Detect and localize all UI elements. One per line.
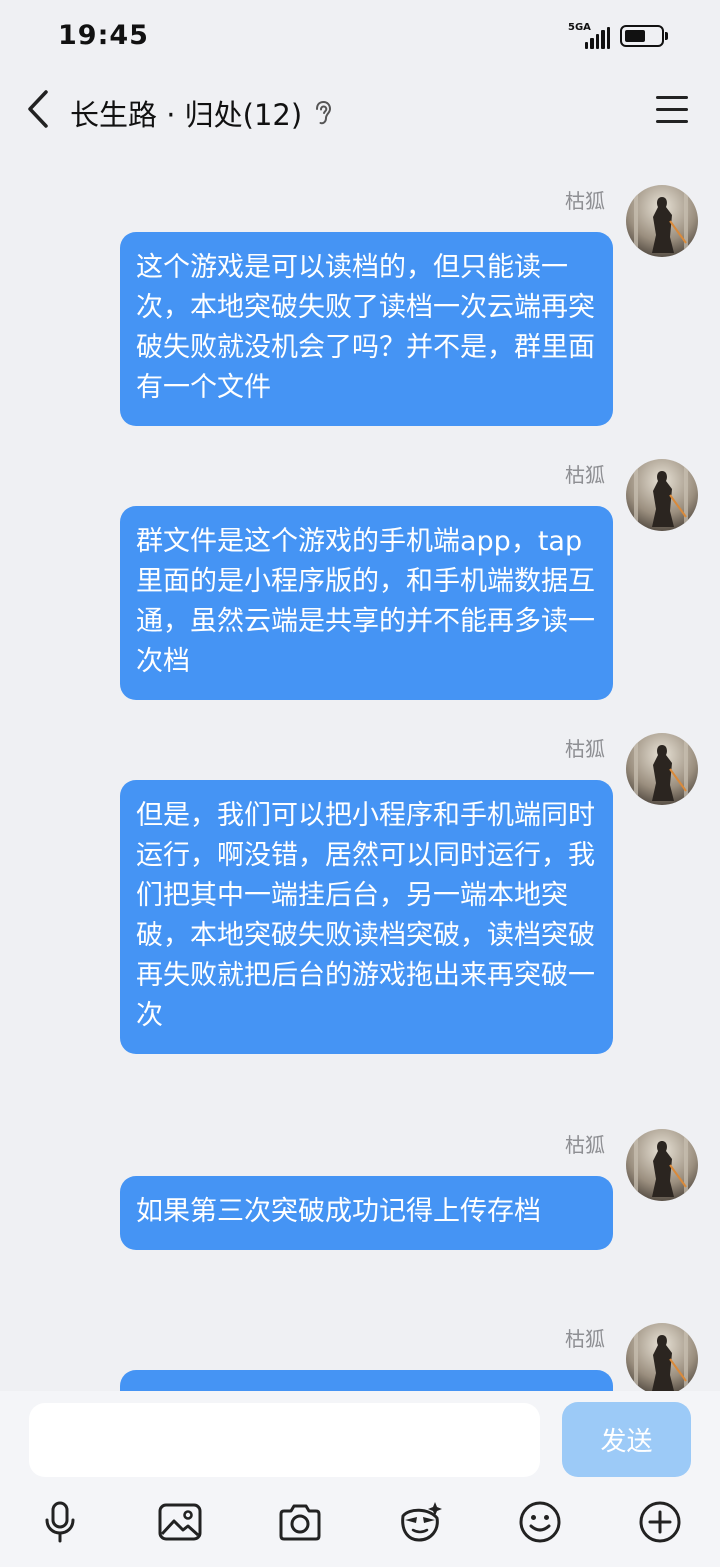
sticker-icon — [401, 1502, 442, 1542]
send-button[interactable]: 发送 — [562, 1402, 691, 1477]
sender-name: 枯狐 — [565, 463, 605, 487]
avatar[interactable] — [626, 733, 698, 805]
sticker-button[interactable] — [395, 1497, 445, 1547]
message-bubble[interactable]: 如果第三次突破成功记得上传存档 — [120, 1176, 613, 1250]
microphone-icon — [45, 1501, 75, 1543]
chat-title: 长生路 · 归处(12) — [70, 98, 303, 132]
emoji-icon — [519, 1501, 561, 1543]
status-time: 19:45 — [58, 20, 149, 51]
signal-icon: 5GA — [568, 22, 610, 50]
sender-name: 枯狐 — [565, 737, 605, 761]
message-bubble[interactable]: 群文件是这个游戏的手机端app，tap里面的是小程序版的，和手机端数据互通，虽然… — [120, 506, 613, 700]
status-icons: 5GA — [568, 22, 668, 50]
emoji-button[interactable] — [515, 1497, 565, 1547]
message-list[interactable]: 枯狐 这个游戏是可以读档的，但只能读一次，本地突破失败了读档一次云端再突破失败就… — [0, 148, 720, 1391]
input-toolbar — [0, 1497, 720, 1547]
menu-icon — [656, 96, 688, 99]
chevron-left-icon — [28, 90, 48, 128]
image-button[interactable] — [155, 1497, 205, 1547]
avatar[interactable] — [626, 1129, 698, 1201]
message-input[interactable] — [29, 1403, 540, 1477]
message-bubble[interactable]: 但是，我们可以把小程序和手机端同时运行，啊没错，居然可以同时运行，我们把其中一端… — [120, 780, 613, 1054]
status-bar: 19:45 5GA — [0, 0, 720, 72]
more-button[interactable] — [635, 1497, 685, 1547]
camera-button[interactable] — [275, 1497, 325, 1547]
plus-icon — [639, 1501, 681, 1543]
camera-icon — [279, 1504, 321, 1541]
menu-button[interactable] — [654, 92, 690, 126]
input-bar: 发送 — [0, 1391, 720, 1567]
voice-button[interactable] — [35, 1497, 85, 1547]
image-icon — [158, 1503, 202, 1541]
message-bubble[interactable] — [120, 1370, 613, 1391]
avatar[interactable] — [626, 185, 698, 257]
chat-title-group[interactable]: 长生路 · 归处(12) — [70, 92, 332, 134]
back-button[interactable] — [18, 84, 58, 134]
message-bubble[interactable]: 这个游戏是可以读档的，但只能读一次，本地突破失败了读档一次云端再突破失败就没机会… — [120, 232, 613, 426]
avatar[interactable] — [626, 459, 698, 531]
ear-icon — [314, 100, 332, 126]
sender-name: 枯狐 — [565, 1327, 605, 1351]
sender-name: 枯狐 — [565, 189, 605, 213]
avatar[interactable] — [626, 1323, 698, 1391]
chat-header: 长生路 · 归处(12) — [0, 72, 720, 148]
sender-name: 枯狐 — [565, 1133, 605, 1157]
battery-icon — [620, 25, 668, 47]
